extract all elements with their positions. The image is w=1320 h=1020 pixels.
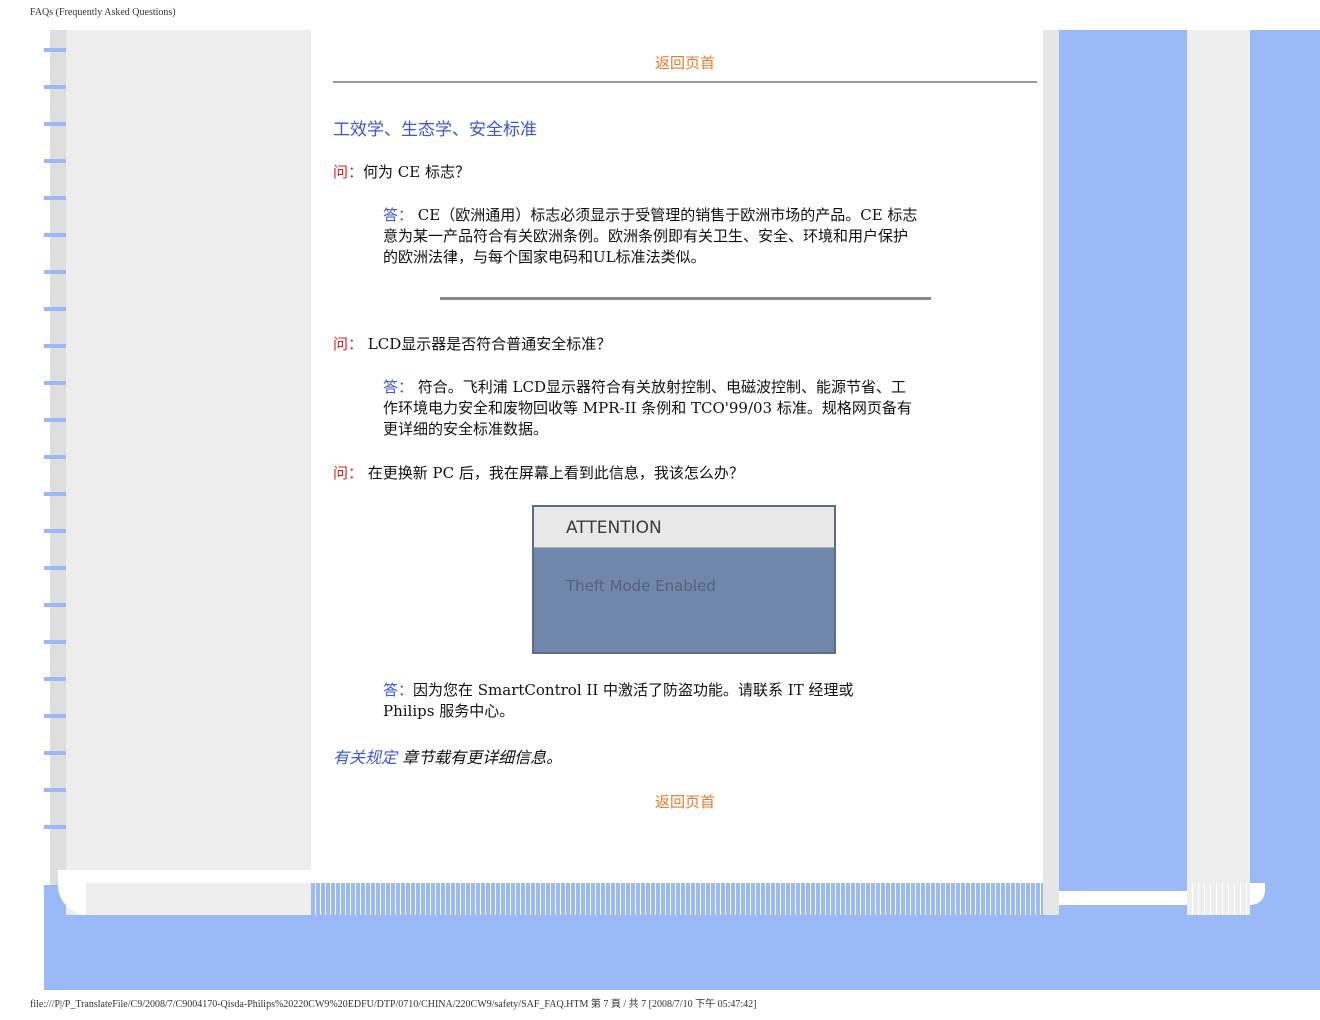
binding-tick <box>44 381 66 385</box>
question-3: 问： 在更换新 PC 后，我在屏幕上看到此信息，我该怎么办？ <box>333 462 744 483</box>
answer-2: 答： 符合。飞利浦 LCD显示器符合有关放射控制、电磁波控制、能源节省、工 作环… <box>383 377 993 440</box>
attention-message: Theft Mode Enabled <box>566 577 716 595</box>
question-text: 在更换新 PC 后，我在屏幕上看到此信息，我该怎么办？ <box>363 464 744 482</box>
binding-tick <box>44 159 66 163</box>
answer-line: 意为某一产品符合有关欧洲条例。欧洲条例即有关卫生、安全、环境和用户保护 <box>383 227 909 245</box>
page-footer-path: file:///P|/P_TranslateFile/C9/2008/7/C90… <box>30 999 757 1010</box>
binding-tick <box>44 196 66 200</box>
answer-line: 更详细的安全标准数据。 <box>383 420 549 438</box>
attention-dialog-image: ATTENTION Theft Mode Enabled <box>532 505 836 654</box>
left-bottom-fill <box>86 883 311 915</box>
answer-label: 答： <box>383 681 414 699</box>
binding-tick <box>44 529 66 533</box>
answer-line: 因为您在 SmartControl II 中激活了防盗功能。请联系 IT 经理或 <box>413 681 854 699</box>
question-label: 问： <box>333 163 364 181</box>
left-panel <box>66 30 311 915</box>
binding-tick <box>44 85 66 89</box>
back-to-top-link[interactable]: 返回页首 <box>333 52 1037 73</box>
answer-line: CE（欧洲通用）标志必须显示于受管理的销售于欧洲市场的产品。CE 标志 <box>413 206 918 224</box>
back-to-top-link-bottom[interactable]: 返回页首 <box>333 791 1037 812</box>
binding-tick <box>44 640 66 644</box>
more-info-text: 章节载有更详细信息。 <box>397 748 563 767</box>
binding-tick <box>44 566 66 570</box>
binding-tick <box>44 48 66 52</box>
page-header-title: FAQs (Frequently Asked Questions) <box>30 7 176 18</box>
question-1: 问：何为 CE 标志？ <box>333 161 470 182</box>
middle-divider <box>440 297 931 300</box>
binding-tick <box>44 122 66 126</box>
binding-tick <box>44 270 66 274</box>
answer-line: Philips 服务中心。 <box>383 702 515 720</box>
attention-title: ATTENTION <box>566 518 662 538</box>
binding-tick <box>44 455 66 459</box>
question-label: 问： <box>333 335 364 353</box>
answer-label: 答： <box>383 378 414 396</box>
binding-tick <box>44 788 66 792</box>
binding-tick <box>44 492 66 496</box>
binding-tick <box>44 751 66 755</box>
answer-line: 作环境电力安全和废物回收等 MPR-II 条例和 TCO'99/03 标准。规格… <box>383 399 912 417</box>
question-2: 问： LCD显示器是否符合普通安全标准？ <box>333 333 611 354</box>
answer-3: 答：因为您在 SmartControl II 中激活了防盗功能。请联系 IT 经… <box>383 680 993 722</box>
question-text: 何为 CE 标志？ <box>363 163 470 181</box>
content-bottom-stripes <box>311 883 1043 915</box>
question-text: LCD显示器是否符合普通安全标准？ <box>363 335 612 353</box>
more-info-note: 有关规定 章节载有更详细信息。 <box>333 744 562 768</box>
binding-tick <box>44 344 66 348</box>
top-divider <box>333 81 1037 83</box>
answer-label: 答： <box>383 206 414 224</box>
question-label: 问： <box>333 464 364 482</box>
right-gap <box>1043 30 1059 915</box>
binding-tick <box>44 603 66 607</box>
binding-tick <box>44 418 66 422</box>
answer-line: 符合。飞利浦 LCD显示器符合有关放射控制、电磁波控制、能源节省、工 <box>413 378 907 396</box>
binding-tick <box>44 714 66 718</box>
right-blue-panel <box>1059 30 1187 883</box>
regulatory-info-link[interactable]: 有关规定 <box>333 748 397 767</box>
binding-tick <box>44 825 66 829</box>
answer-line: 的欧洲法律，与每个国家电码和UL标准法类似。 <box>383 248 706 266</box>
binding-tick <box>44 233 66 237</box>
right-gray-panel <box>1187 30 1250 883</box>
section-title: 工效学、生态学、安全标准 <box>333 120 537 140</box>
binding-tick <box>44 677 66 681</box>
right-bottom-stripes <box>1187 883 1250 915</box>
answer-1: 答： CE（欧洲通用）标志必须显示于受管理的销售于欧洲市场的产品。CE 标志 意… <box>383 205 993 268</box>
binding-tick <box>44 307 66 311</box>
